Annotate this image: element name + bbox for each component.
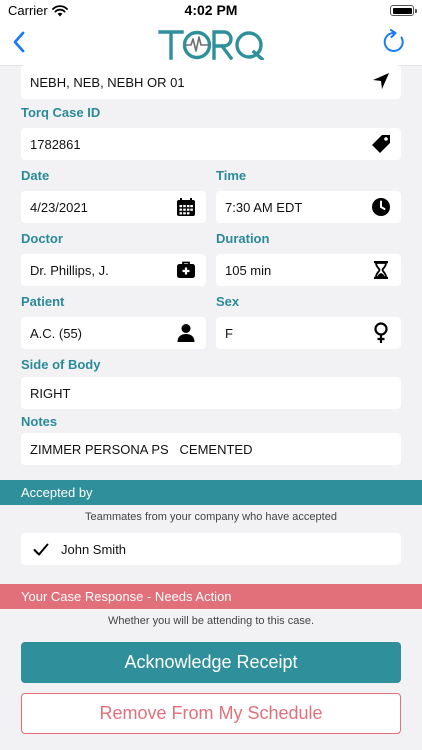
- side-of-body-label: Side of Body: [21, 357, 101, 372]
- doctor-field[interactable]: Dr. Phillips, J.: [21, 254, 206, 286]
- navigation-bar: [0, 22, 422, 66]
- duration-value: 105 min: [225, 262, 272, 278]
- patient-label: Patient: [21, 294, 65, 309]
- chevron-left-icon: [12, 31, 26, 58]
- notes-value: ZIMMER PERSONA PS CEMENTED: [30, 441, 253, 457]
- sex-field[interactable]: F: [216, 317, 401, 349]
- person-icon: [176, 323, 196, 343]
- medical-kit-icon: [176, 260, 196, 280]
- torq-logo: [158, 28, 265, 62]
- status-bar: Carrier 4:02 PM: [0, 0, 422, 22]
- location-value: NEBH, NEB, NEBH OR 01: [30, 74, 185, 90]
- doctor-value: Dr. Phillips, J.: [30, 262, 109, 278]
- time-value: 7:30 AM EDT: [225, 199, 303, 215]
- checkmark-icon: [21, 543, 61, 556]
- acknowledge-receipt-button[interactable]: Acknowledge Receipt: [21, 642, 401, 683]
- accepted-person-name: John Smith: [61, 541, 127, 557]
- time-field[interactable]: 7:30 AM EDT: [216, 191, 401, 223]
- accepted-by-header: Accepted by: [0, 480, 422, 505]
- tag-icon: [371, 134, 391, 154]
- back-button[interactable]: [4, 26, 34, 62]
- time-label: Time: [216, 168, 247, 183]
- date-field[interactable]: 4/23/2021: [21, 191, 206, 223]
- female-icon: [371, 322, 391, 343]
- duration-label: Duration: [216, 231, 270, 246]
- case-response-note: Whether you will be attending to this ca…: [107, 615, 315, 627]
- status-time: 4:02 PM: [184, 2, 238, 18]
- sex-value: F: [225, 325, 233, 341]
- sex-label: Sex: [216, 294, 240, 309]
- accepted-by-note: Teammates from your company who have acc…: [85, 511, 337, 523]
- side-of-body-field[interactable]: RIGHT: [21, 377, 401, 409]
- side-of-body-value: RIGHT: [30, 385, 71, 401]
- doctor-label: Doctor: [21, 231, 63, 246]
- remove-from-schedule-button[interactable]: Remove From My Schedule: [21, 693, 401, 734]
- notes-label: Notes: [21, 414, 58, 429]
- location-field[interactable]: NEBH, NEB, NEBH OR 01: [21, 65, 401, 99]
- refresh-icon: [381, 28, 407, 60]
- accepted-person-row: John Smith: [21, 533, 401, 565]
- location-arrow-icon[interactable]: [371, 71, 391, 91]
- patient-value: A.C. (55): [30, 325, 83, 341]
- case-response-header: Your Case Response - Needs Action: [0, 584, 422, 609]
- hourglass-icon: [371, 260, 391, 280]
- calendar-icon: [176, 197, 196, 217]
- date-value: 4/23/2021: [30, 199, 88, 215]
- case-id-value: 1782861: [30, 136, 81, 152]
- date-label: Date: [21, 168, 50, 183]
- case-id-field[interactable]: 1782861: [21, 128, 401, 160]
- clock-icon: [371, 197, 391, 217]
- case-detail-form: NEBH, NEB, NEBH OR 01 Torq Case ID 17828…: [0, 65, 422, 750]
- notes-field[interactable]: ZIMMER PERSONA PS CEMENTED: [21, 433, 401, 465]
- patient-field[interactable]: A.C. (55): [21, 317, 206, 349]
- accepted-by-title: Accepted by: [21, 485, 93, 500]
- battery-icon: [390, 5, 417, 16]
- case-id-label: Torq Case ID: [21, 105, 101, 120]
- duration-field[interactable]: 105 min: [216, 254, 401, 286]
- refresh-button[interactable]: [378, 28, 410, 60]
- case-response-title: Your Case Response - Needs Action: [21, 589, 232, 604]
